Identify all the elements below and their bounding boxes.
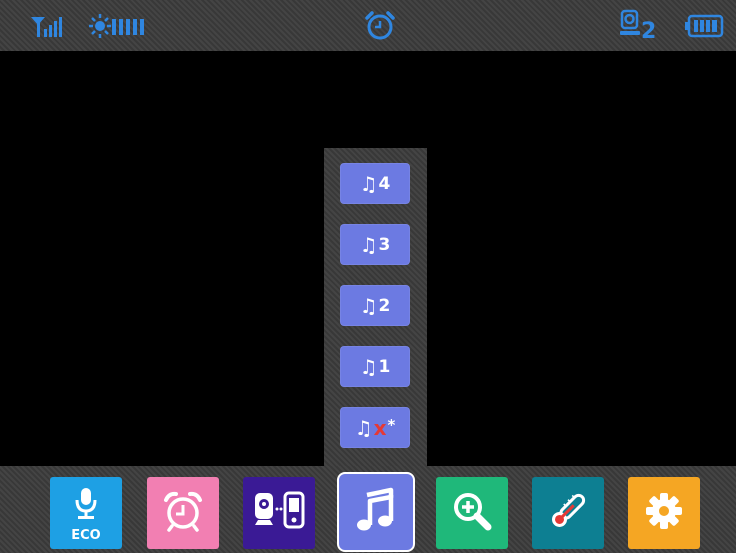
music-note-icon: ♫ [359, 171, 378, 196]
melody-off-button[interactable]: ♫ x * [340, 407, 410, 448]
melody-number: 4 [378, 173, 391, 194]
camera-indicator: 2 [620, 0, 656, 51]
settings-button[interactable] [628, 477, 700, 549]
melody-number: 1 [378, 356, 391, 377]
music-note-icon: ♫ [354, 415, 373, 440]
music-note-icon: ♫ [359, 232, 378, 257]
status-bar: 2 [0, 0, 736, 51]
melody-number: 2 [378, 295, 391, 316]
music-note-icon [356, 487, 396, 537]
camera-pair-button[interactable] [243, 477, 315, 549]
zoom-in-icon [450, 489, 494, 537]
temperature-button[interactable] [532, 477, 604, 549]
music-button[interactable] [337, 472, 415, 552]
battery-full-icon [684, 0, 724, 51]
melody-4-button[interactable]: ♫ 4 [340, 163, 410, 204]
microphone-icon [71, 487, 101, 525]
all-mark: * [387, 415, 396, 434]
camera-icon [620, 9, 640, 43]
melody-3-button[interactable]: ♫ 3 [340, 224, 410, 265]
alarm-button[interactable] [147, 477, 219, 549]
melody-2-button[interactable]: ♫ 2 [340, 285, 410, 326]
bottom-toolbar: ECO [0, 466, 736, 553]
gear-icon [642, 489, 686, 537]
melody-number: 3 [378, 234, 391, 255]
camera-monitor-icon [251, 489, 307, 537]
music-note-icon: ♫ [359, 354, 378, 379]
camera-number: 2 [641, 19, 657, 44]
eco-mic-button[interactable]: ECO [50, 477, 122, 549]
alarm-clock-icon [364, 0, 396, 51]
melody-1-button[interactable]: ♫ 1 [340, 346, 410, 387]
thermometer-icon [546, 489, 590, 537]
brightness-level-icon [88, 0, 154, 51]
off-mark: x [373, 415, 387, 440]
zoom-button[interactable] [436, 477, 508, 549]
eco-label: ECO [71, 528, 101, 543]
alarm-clock-icon [161, 489, 205, 537]
signal-bars-icon [30, 0, 64, 51]
music-menu: ♫ 4 ♫ 3 ♫ 2 ♫ 1 ♫ x * [324, 148, 427, 470]
music-note-icon: ♫ [359, 293, 378, 318]
